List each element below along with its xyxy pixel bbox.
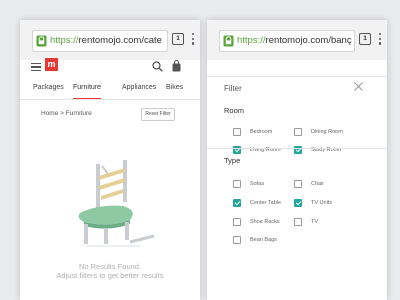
lock-icon xyxy=(223,35,234,47)
tab-appliances[interactable]: Appliances xyxy=(122,78,156,98)
tab-switcher-button[interactable]: 1 xyxy=(359,33,371,45)
option-label: Sofas xyxy=(250,181,265,187)
option-label: TV xyxy=(311,219,319,225)
filter-title: Filter xyxy=(224,84,242,93)
url-text: https://rentomojo.com/cate xyxy=(50,34,162,48)
lock-icon xyxy=(36,35,47,47)
option-label: Chair xyxy=(311,181,325,187)
cart-icon[interactable] xyxy=(172,60,181,72)
url-path: rentomojo.com/cate xyxy=(78,35,162,46)
more-vert-icon[interactable] xyxy=(379,33,382,47)
phone-screen-filter: https://rentomojo.com/banç 1 Filter Room… xyxy=(207,20,387,300)
url-text: https://rentomojo.com/banç xyxy=(237,34,352,48)
browser-toolbar: https://rentomojo.com/banç 1 xyxy=(207,20,387,60)
browser-toolbar: https://rentomojo.com/cate 1 xyxy=(20,20,200,60)
divider xyxy=(207,148,387,149)
checkbox[interactable] xyxy=(294,218,302,226)
type-section-label: Type xyxy=(224,156,241,165)
empty-state-subtitle: Adjust filters to get better results xyxy=(56,271,164,280)
broken-chair-illustration xyxy=(78,160,155,247)
option-label: Dining Room xyxy=(311,129,343,135)
checkbox-checked[interactable] xyxy=(233,199,241,207)
checkbox[interactable] xyxy=(233,128,241,136)
checkbox[interactable] xyxy=(233,218,241,226)
url-scheme: https:// xyxy=(237,35,266,46)
tab-furniture[interactable]: Furniture xyxy=(73,78,102,99)
checkbox[interactable] xyxy=(294,180,302,188)
option-label: TV Units xyxy=(311,200,333,206)
tab-switcher-button[interactable]: 1 xyxy=(172,33,184,45)
checkbox[interactable] xyxy=(294,128,302,136)
category-tabs: Packages Furniture Appliances Bikes xyxy=(20,78,200,100)
divider xyxy=(207,76,387,77)
room-section-label: Room xyxy=(224,106,245,115)
address-bar[interactable]: https://rentomojo.com/banç xyxy=(219,30,355,52)
close-icon[interactable] xyxy=(354,82,363,91)
option-label: Shoe Racks xyxy=(250,219,280,225)
option-label: Center Table xyxy=(250,200,282,206)
option-label: Bedroom xyxy=(250,129,273,135)
checkbox-checked[interactable] xyxy=(294,199,302,207)
url-scheme: https:// xyxy=(50,35,79,46)
menu-icon[interactable] xyxy=(31,63,41,72)
tab-bikes[interactable]: Bikes xyxy=(166,78,183,98)
more-vert-icon[interactable] xyxy=(192,33,195,47)
empty-state-title: No Results Found. xyxy=(78,262,142,271)
checkbox[interactable] xyxy=(233,180,241,188)
brand-logo[interactable]: m xyxy=(45,58,58,71)
breadcrumb: Home > Furniture xyxy=(41,110,92,117)
reset-filter-button[interactable]: Reset Filter xyxy=(141,108,175,121)
search-icon[interactable] xyxy=(152,61,163,72)
option-label: Bean Bags xyxy=(250,237,277,243)
checkbox[interactable] xyxy=(233,236,241,244)
url-path: rentomojo.com/banç xyxy=(265,35,352,46)
address-bar[interactable]: https://rentomojo.com/cate xyxy=(32,30,168,52)
empty-state-message: No Results Found. Adjust filters to get … xyxy=(20,262,200,280)
tab-packages[interactable]: Packages xyxy=(33,78,64,98)
